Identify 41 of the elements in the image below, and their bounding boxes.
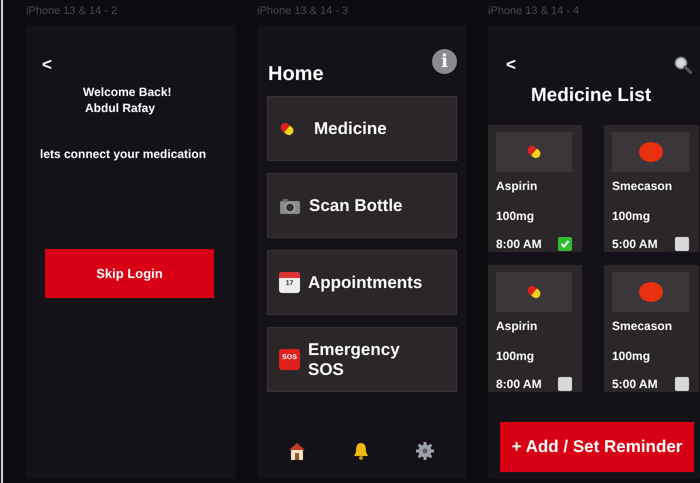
- checkbox[interactable]: [558, 237, 572, 251]
- medicine-dose: 100mg: [496, 349, 536, 363]
- camera-icon: [279, 196, 301, 214]
- menu-item[interactable]: Scan Bottle: [267, 173, 457, 238]
- reminder-card[interactable]: Aspirin 100mg 8:00 AM: [488, 265, 582, 392]
- screen-title: Medicine List: [530, 85, 652, 107]
- add-reminder-button[interactable]: + Add / Set Reminder: [500, 422, 694, 472]
- skip-login-button[interactable]: Skip Login: [45, 249, 214, 298]
- medicine-name: Smecason: [612, 319, 674, 333]
- welcome-text: Welcome Back!: [83, 85, 172, 99]
- checkbox[interactable]: [558, 377, 572, 391]
- checkbox[interactable]: [675, 237, 689, 251]
- frame-label: iPhone 13 & 14 - 3: [257, 4, 350, 19]
- medicine-name: Aspirin: [496, 319, 538, 333]
- reminder-card[interactable]: Aspirin 100mg 8:00 AM: [488, 125, 582, 252]
- settings-icon[interactable]: [415, 441, 435, 461]
- medicine-dose: 100mg: [612, 209, 652, 223]
- medicine-time: 5:00 AM: [612, 237, 658, 251]
- home-icon[interactable]: [287, 441, 307, 461]
- back-button[interactable]: <: [42, 55, 52, 75]
- tablet-icon: [638, 142, 662, 162]
- medicine-time: 5:00 AM: [612, 377, 658, 391]
- frame-label: iPhone 13 & 14 - 2: [26, 4, 118, 19]
- reminder-card[interactable]: Smecason 100mg 5:00 AM: [604, 125, 699, 252]
- tablet-icon: [638, 282, 662, 302]
- screen-title: Home: [268, 63, 324, 86]
- medicine-dose: 100mg: [612, 349, 652, 363]
- user-name: Abdul Rafay: [85, 101, 156, 115]
- medicine-time: 8:00 AM: [496, 237, 542, 251]
- back-button[interactable]: <: [506, 55, 516, 75]
- search-icon[interactable]: [674, 56, 692, 74]
- medicine-time: 8:00 AM: [496, 377, 542, 391]
- medicine-name: Smecason: [612, 179, 674, 193]
- subtitle-text: lets connect your medication: [40, 147, 206, 161]
- medicine-name: Aspirin: [496, 179, 538, 193]
- medicine-dose: 100mg: [496, 209, 536, 223]
- reminder-card[interactable]: Smecason 100mg 5:00 AM: [604, 265, 699, 392]
- frame-label: iPhone 13 & 14 - 4: [488, 4, 580, 19]
- menu-item[interactable]: Medicine: [267, 96, 457, 161]
- checkbox[interactable]: [675, 377, 689, 391]
- bell-icon[interactable]: [351, 441, 371, 461]
